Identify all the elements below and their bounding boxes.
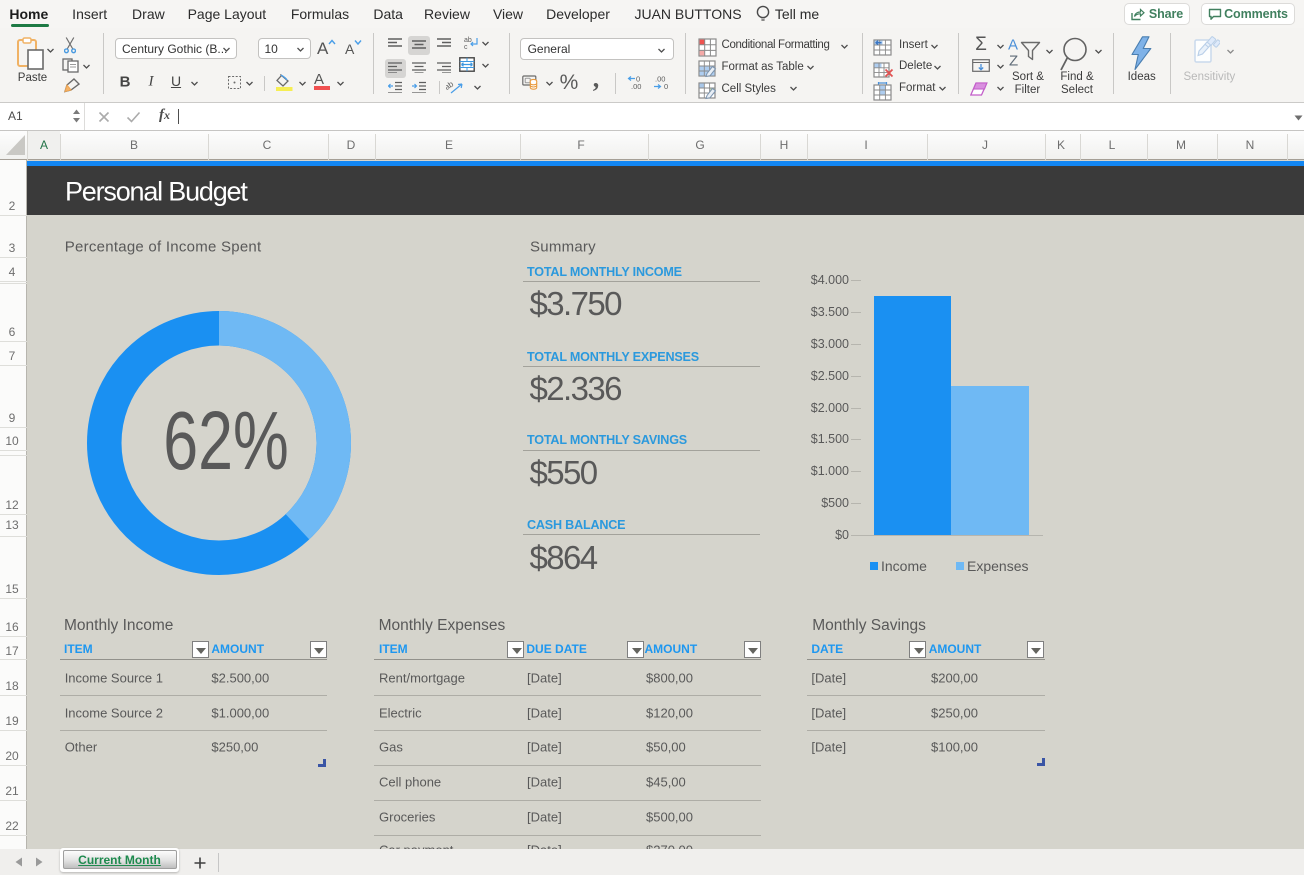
svg-text:A: A	[1008, 37, 1018, 54]
svg-text:.00: .00	[631, 82, 641, 90]
svg-text:c: c	[464, 44, 468, 50]
svg-text:Z: Z	[1009, 53, 1018, 70]
svg-text:ab: ab	[464, 37, 472, 44]
svg-text:0: 0	[664, 82, 668, 90]
